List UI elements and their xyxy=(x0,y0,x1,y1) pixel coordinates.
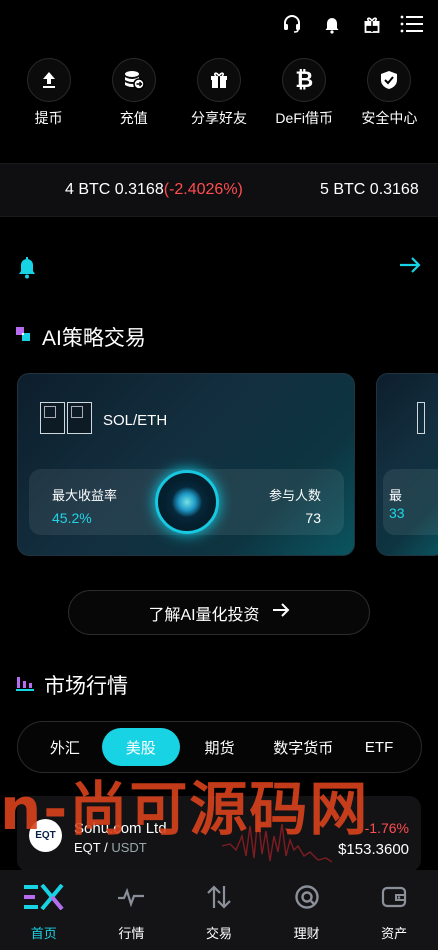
gift-icon xyxy=(197,58,241,102)
ticker-change: (-2.4026%) xyxy=(163,181,243,198)
nav-label: 理财 xyxy=(293,926,320,941)
tab-forex[interactable]: 外汇 xyxy=(28,728,102,766)
ai-strategy-card[interactable]: SOL/ETH 最大收益率 45.2% 参与人数 73 xyxy=(17,373,355,556)
ai-strategy-icon xyxy=(16,325,32,349)
card-stats-panel: 最 33 xyxy=(383,469,438,535)
quick-action-label: DeFi借币 xyxy=(275,110,333,126)
pair-name: SOL/ETH xyxy=(103,412,168,429)
ai-orb-icon xyxy=(155,470,219,534)
bitcoin-icon: ₿ xyxy=(282,58,327,102)
ai-section-title: AI策略交易 xyxy=(16,322,146,352)
deposit-icon xyxy=(111,58,156,102)
tab-futures[interactable]: 期货 xyxy=(180,728,260,766)
nav-finance[interactable]: 理财 xyxy=(267,884,347,942)
nav-label: 交易 xyxy=(205,926,232,941)
ticker-text: 4 BTC 0.3168 xyxy=(65,181,164,198)
watermark-text: n-尚可源码网 xyxy=(0,775,370,843)
quick-actions: 提币 充值 分享好友 ₿ DeFi借币 安全中心 xyxy=(0,58,438,128)
quick-action-label: 分享好友 xyxy=(191,110,247,126)
section-title-text: 市场行情 xyxy=(44,675,128,698)
top-icon-bar xyxy=(280,12,424,36)
learn-button-label: 了解AI量化投资 xyxy=(148,606,260,624)
finance-icon xyxy=(293,884,321,915)
arrow-right-icon xyxy=(272,603,290,622)
participants-label: 参与人数 xyxy=(268,488,321,503)
pair-coin-icons xyxy=(40,402,94,434)
nav-market[interactable]: 行情 xyxy=(91,884,171,942)
nav-label: 首页 xyxy=(30,926,57,941)
notice-bar[interactable] xyxy=(16,253,422,283)
swap-icon xyxy=(205,884,233,915)
quick-action-deposit[interactable]: 充值 xyxy=(91,58,176,128)
ai-strategy-card-next[interactable]: 最 33 xyxy=(376,373,438,556)
gift-icon[interactable] xyxy=(360,12,384,36)
max-yield-label: 最大收益率 xyxy=(52,488,118,503)
ticker-text: 5 BTC 0.3168 xyxy=(320,181,419,198)
coin-image-icon xyxy=(417,402,425,434)
participants-stat: 参与人数 73 xyxy=(269,485,321,526)
tab-etf[interactable]: ETF xyxy=(347,728,411,766)
quick-action-label: 提币 xyxy=(34,110,63,126)
tab-us-stocks[interactable]: 美股 xyxy=(101,728,180,766)
quick-action-share[interactable]: 分享好友 xyxy=(176,58,261,128)
shield-icon xyxy=(367,58,412,102)
stat-value-fragment: 33 xyxy=(389,505,405,521)
max-yield-stat: 最大收益率 45.2% xyxy=(52,485,117,526)
bar-chart-icon xyxy=(16,673,34,697)
withdraw-icon xyxy=(26,58,71,102)
nav-label: 资产 xyxy=(381,926,408,941)
quick-action-label: 安全中心 xyxy=(361,110,418,126)
bell-icon[interactable] xyxy=(320,12,344,36)
menu-icon[interactable] xyxy=(400,12,424,36)
price-ticker: 4 BTC 0.3168(-2.4026%) 5 BTC 0.3168 xyxy=(0,163,438,217)
bell-icon xyxy=(16,255,38,284)
section-title-text: AI策略交易 xyxy=(42,327,146,350)
coin-image-icon xyxy=(40,402,65,434)
nav-label: 行情 xyxy=(118,926,145,941)
quick-action-defi[interactable]: ₿ DeFi借币 xyxy=(262,58,347,128)
headset-icon[interactable] xyxy=(280,12,304,36)
market-section-title: 市场行情 xyxy=(16,670,128,700)
pulse-icon xyxy=(117,884,145,915)
coin-image-icon xyxy=(67,402,92,434)
arrow-right-icon[interactable] xyxy=(398,255,422,280)
home-icon xyxy=(23,883,64,915)
price-change: -1.76% xyxy=(364,820,409,836)
ticker-item[interactable]: 5 BTC 0.3168 xyxy=(320,181,419,199)
learn-ai-quant-button[interactable]: 了解AI量化投资 xyxy=(68,590,370,635)
nav-trade[interactable]: 交易 xyxy=(179,884,259,942)
quick-action-security[interactable]: 安全中心 xyxy=(347,58,432,128)
nav-assets[interactable]: 资产 xyxy=(354,884,434,942)
quick-action-withdraw[interactable]: 提币 xyxy=(6,58,91,128)
nav-home[interactable]: 首页 xyxy=(4,883,84,942)
quick-action-label: 充值 xyxy=(119,110,148,126)
bottom-navigation: 首页 行情 交易 理财 资产 xyxy=(0,870,438,950)
max-yield-value: 45.2% xyxy=(52,510,92,526)
stat-label-fragment: 最 xyxy=(389,488,403,503)
tab-crypto[interactable]: 数字货币 xyxy=(259,728,347,766)
wallet-icon xyxy=(380,884,408,915)
participants-value: 73 xyxy=(305,510,321,526)
ticker-item[interactable]: 4 BTC 0.3168(-2.4026%) xyxy=(65,181,243,199)
